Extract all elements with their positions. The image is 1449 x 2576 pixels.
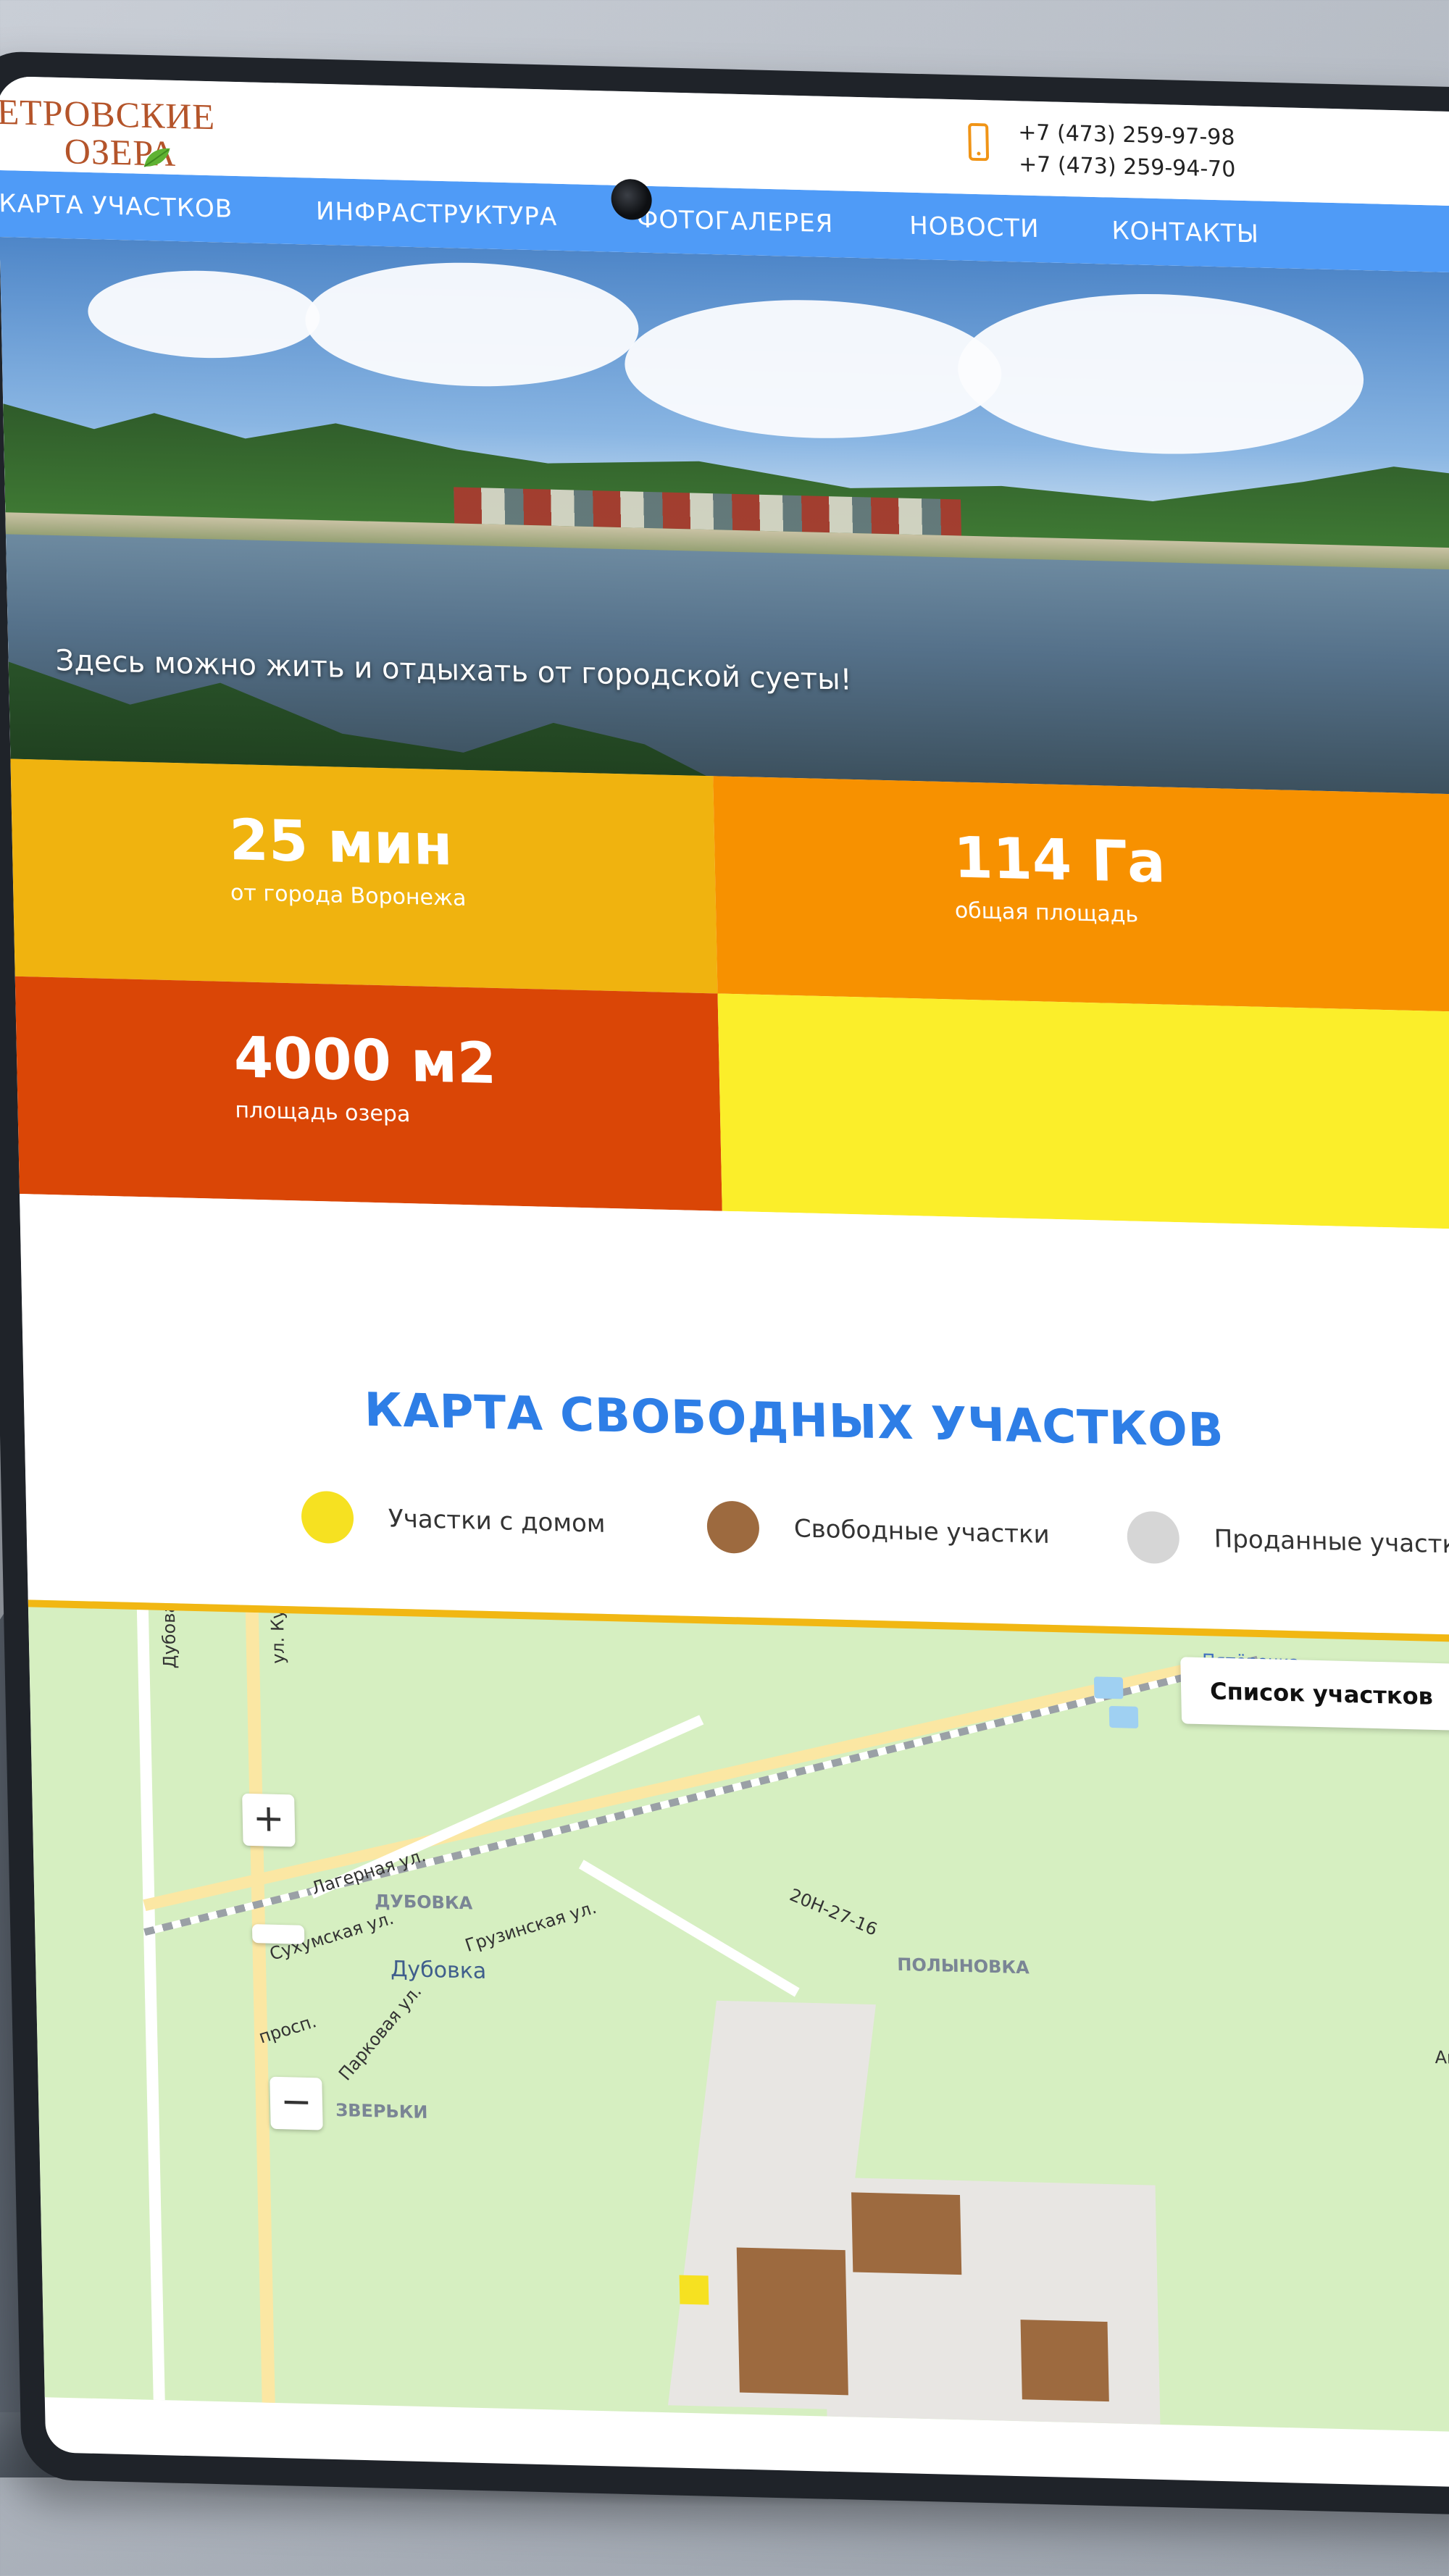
website-screen: ЕТРОВСКИЕ ОЗЕРА +7 (473) 259-97-98 +7 (4… <box>0 75 1449 2490</box>
zoom-slider-handle[interactable] <box>251 1924 305 1944</box>
stats-grid: 25 мин от города Воронежа 114 Га общая п… <box>10 758 1449 1231</box>
nav-item-news[interactable]: НОВОСТИ <box>909 212 1040 243</box>
plot-with-house[interactable] <box>679 2275 709 2305</box>
stat-value: 114 Га <box>953 825 1166 896</box>
map-road <box>578 1860 800 1997</box>
brown-dot-icon <box>706 1500 760 1555</box>
legend-label: Участки с домом <box>388 1504 606 1539</box>
stat-label: площадь озера <box>235 1097 411 1128</box>
free-plot[interactable] <box>851 2192 962 2275</box>
legend-item-free: Свободные участки <box>706 1500 1050 1561</box>
plots-map-section: КАРТА СВОБОДНЫХ УЧАСТКОВ Участки с домом… <box>19 1193 1449 1637</box>
map-label: Апосто <box>1435 2047 1449 2070</box>
map-label: ЗВЕРЬКИ <box>335 2099 428 2123</box>
legend-label: Проданные участк <box>1214 1524 1449 1560</box>
nav-item-plots-map[interactable]: КАРТА УЧАСТКОВ <box>0 189 233 224</box>
phone-number-1[interactable]: +7 (473) 259-97-98 <box>1018 120 1235 150</box>
map-label: Дубовка <box>390 1956 487 1984</box>
nav-item-contacts[interactable]: КОНТАКТЫ <box>1111 217 1259 249</box>
stat-lake-area: 4000 м2 площадь озера <box>14 976 722 1211</box>
map-label: 20Н-27-16 <box>787 1884 880 1940</box>
hero-banner: Здесь можно жить и отдыхать от городской… <box>0 237 1449 796</box>
plots-list-button[interactable]: Список участков <box>1180 1657 1449 1732</box>
site-logo[interactable]: ЕТРОВСКИЕ ОЗЕРА <box>0 91 216 174</box>
map-label: ПОЛЫНОВКА <box>897 1954 1030 1978</box>
map-legend: Участки с домом Свободные участки Продан… <box>301 1490 1449 1565</box>
nav-item-infrastructure[interactable]: ИНФРАСТРУКТУРА <box>316 197 558 232</box>
phone-number-2[interactable]: +7 (473) 259-94-70 <box>1019 151 1236 182</box>
stat-value: 4000 м2 <box>233 1025 497 1097</box>
map-label: Парковая ул. <box>335 1981 426 2085</box>
interactive-map[interactable]: Дубовая ул. ул. Курнато Лагерная ул. ДУБ… <box>28 1599 1449 2435</box>
zoom-out-button[interactable]: − <box>270 2076 323 2130</box>
free-plot[interactable] <box>736 2247 848 2396</box>
map-road <box>143 1662 1195 1911</box>
legend-item-with-house: Участки с домом <box>301 1490 606 1550</box>
zoom-in-button[interactable]: + <box>242 1793 296 1847</box>
header-phones: +7 (473) 259-97-98 +7 (473) 259-94-70 <box>967 119 1236 184</box>
yellow-dot-icon <box>301 1490 354 1544</box>
map-label: ул. Курнато <box>266 1599 289 1665</box>
map-label: Грузинская ул. <box>462 1897 599 1957</box>
tablet-device: ЕТРОВСКИЕ ОЗЕРА +7 (473) 259-97-98 +7 (4… <box>0 51 1449 2517</box>
stat-value: 25 мин <box>228 807 454 879</box>
legend-label: Свободные участки <box>793 1514 1051 1550</box>
grey-dot-icon <box>1127 1510 1180 1565</box>
plots-list-label: Список участков <box>1209 1677 1434 1710</box>
map-road <box>245 1612 275 2410</box>
map-label: Дубовая ул. <box>157 1599 180 1669</box>
stat-total-area: 114 Га общая площадь <box>713 776 1449 1013</box>
phone-icon <box>968 122 990 162</box>
stat-label: от города Воронежа <box>230 879 467 911</box>
legend-item-sold: Проданные участк <box>1127 1510 1449 1571</box>
nav-item-gallery[interactable]: ФОТОГАЛЕРЕЯ <box>637 205 834 239</box>
stat-label: общая площадь <box>954 898 1139 928</box>
stat-distance: 25 мин от города Воронежа <box>10 758 718 994</box>
free-plot[interactable] <box>1020 2320 1109 2402</box>
map-water <box>1108 1705 1139 1728</box>
map-road <box>136 1610 165 2408</box>
section-title: КАРТА СВОБОДНЫХ УЧАСТКОВ <box>364 1383 1225 1458</box>
map-water <box>1093 1676 1124 1699</box>
stat-empty-tile <box>717 993 1449 1231</box>
leaf-icon <box>143 148 170 167</box>
